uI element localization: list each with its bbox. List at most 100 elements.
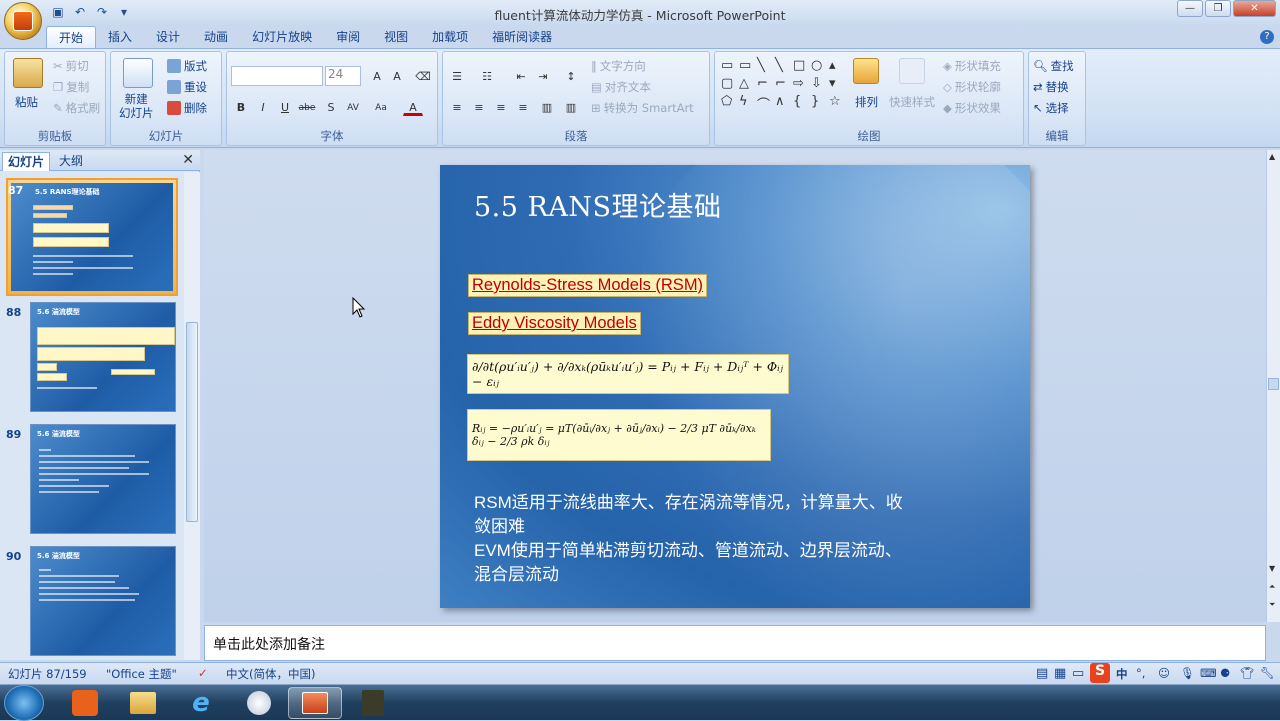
slide[interactable]: 5.5 RANS理论基础 Reynolds-Stress Models (RSM… — [440, 165, 1030, 608]
tab-addins[interactable]: 加载项 — [420, 26, 480, 48]
tab-design[interactable]: 设计 — [144, 26, 192, 48]
rect-shape-icon[interactable]: □ — [793, 58, 810, 73]
tab-outline-panel[interactable]: 大纲 — [54, 152, 88, 171]
rounded-rect-shape-icon[interactable]: ▢ — [721, 76, 738, 91]
shirt-icon[interactable]: 👕︎ — [1240, 666, 1255, 680]
next-slide-icon[interactable]: ⏷ — [1269, 600, 1275, 610]
right-arrow-shape-icon[interactable]: ⇨ — [793, 76, 810, 91]
slide-scrollbar[interactable]: ▲ ▼ ⏶ ⏷ — [1266, 150, 1280, 622]
lightning-shape-icon[interactable]: ϟ — [739, 94, 756, 113]
sorter-view-icon[interactable]: ▦ — [1054, 666, 1066, 681]
spacing-icon[interactable]: AV — [343, 98, 363, 116]
skin-icon[interactable]: ⚈ — [1220, 666, 1230, 680]
prev-slide-icon[interactable]: ⏶ — [1269, 582, 1275, 592]
gallery-more-icon[interactable]: ☆ — [829, 94, 846, 113]
find-button[interactable]: 🔍︎ 查找 — [1033, 58, 1074, 74]
arrange-icon[interactable] — [853, 58, 879, 84]
taskbar-ie[interactable]: e — [174, 687, 228, 719]
gallery-down-icon[interactable]: ▾ — [829, 76, 846, 91]
shape-effects-button[interactable]: ◆ 形状效果 — [943, 100, 1001, 116]
bold-icon[interactable]: B — [231, 98, 251, 116]
tab-slideshow[interactable]: 幻灯片放映 — [240, 26, 324, 48]
tab-review[interactable]: 审阅 — [324, 26, 372, 48]
grow-font-icon[interactable]: A — [367, 67, 387, 85]
normal-view-icon[interactable]: ▤ — [1036, 666, 1048, 681]
new-slide-icon[interactable] — [123, 58, 153, 88]
replace-button[interactable]: ⇄ 替换 — [1033, 79, 1069, 95]
gallery-up-icon[interactable]: ▴ — [829, 58, 846, 73]
slide-thumbnail-88[interactable]: 5.6 湍流模型 — [30, 302, 176, 412]
arrow-line-shape-icon[interactable]: ╲ — [775, 58, 792, 73]
wave-shape-icon[interactable]: ∧ — [775, 94, 792, 113]
increase-indent-icon[interactable]: ⇥ — [533, 67, 553, 85]
tab-slides-panel[interactable]: 幻灯片 — [2, 152, 51, 171]
taskbar-app6[interactable] — [346, 687, 400, 719]
clear-format-icon[interactable]: ⌫ — [413, 67, 433, 85]
bullets-icon[interactable]: ☰ — [447, 67, 467, 85]
smartart-button[interactable]: ⊞ 转换为 SmartArt — [591, 100, 694, 116]
select-button[interactable]: ↖ 选择 — [1033, 100, 1069, 116]
italic-icon[interactable]: I — [253, 98, 273, 116]
tab-insert[interactable]: 插入 — [96, 26, 144, 48]
line-spacing-icon[interactable]: ↕ — [561, 67, 581, 85]
sogou-ime-icon[interactable]: S — [1090, 663, 1110, 683]
close-button[interactable]: ✕ — [1233, 0, 1276, 17]
delete-button[interactable]: 删除 — [167, 100, 207, 116]
office-button[interactable] — [4, 2, 42, 40]
columns-icon[interactable]: ▥ — [561, 98, 581, 116]
tab-animation[interactable]: 动画 — [192, 26, 240, 48]
triangle-shape-icon[interactable]: △ — [739, 76, 756, 91]
tab-home[interactable]: 开始 — [46, 26, 97, 48]
slide-thumbnail-89[interactable]: 5.6 湍流模型 — [30, 424, 176, 534]
copy-button[interactable]: ❐ 复制 — [53, 79, 89, 95]
reset-button[interactable]: 重设 — [167, 79, 207, 95]
shape-outline-button[interactable]: ◇ 形状轮廓 — [943, 79, 1001, 95]
shadow-icon[interactable]: S — [321, 98, 341, 116]
shapes-gallery[interactable]: ▭ ▭ ╲ ╲ □ ○ ▴ ▢ △ ⌐ ⌐ ⇨ ⇩ ▾ ⬠ ϟ ⌒ ∧{} ☆ — [721, 58, 846, 113]
voice-icon[interactable]: 🎙︎ — [1180, 666, 1195, 680]
taskbar-powerpoint[interactable] — [288, 687, 342, 719]
language-status[interactable]: 中文(简体，中国) — [226, 666, 315, 682]
scroll-down-icon[interactable]: ▼ — [1269, 564, 1275, 573]
font-size-field[interactable]: 24 — [325, 66, 361, 86]
change-case-icon[interactable]: Aa — [371, 98, 391, 116]
help-icon[interactable]: ? — [1260, 30, 1274, 44]
strikethrough-icon[interactable]: abe — [297, 98, 317, 116]
vtextbox-shape-icon[interactable]: ▭ — [739, 58, 756, 73]
slideshow-view-icon[interactable]: ▭ — [1072, 666, 1084, 681]
line-shape-icon[interactable]: ╲ — [757, 58, 774, 73]
textbox-shape-icon[interactable]: ▭ — [721, 58, 738, 73]
ime-mode[interactable]: 中 — [1116, 666, 1128, 682]
justify-icon[interactable]: ≡ — [513, 98, 533, 116]
hexagon-shape-icon[interactable]: ⬠ — [721, 94, 738, 113]
align-right-icon[interactable]: ≡ — [491, 98, 511, 116]
paste-icon[interactable] — [13, 58, 43, 88]
decrease-indent-icon[interactable]: ⇤ — [511, 67, 531, 85]
shape-fill-button[interactable]: ◈ 形状填充 — [943, 58, 1001, 74]
slide-thumbnail-87[interactable]: 5.5 RANS理论基础 — [6, 178, 178, 296]
layout-button[interactable]: 版式 — [167, 58, 207, 74]
wrench-icon[interactable]: 🔧︎ — [1260, 666, 1275, 680]
start-button[interactable] — [4, 685, 44, 721]
taskbar-explorer[interactable] — [116, 687, 170, 719]
emoji-icon[interactable]: ☺ — [1158, 666, 1170, 680]
slide-scroll-thumb[interactable] — [1268, 378, 1279, 390]
panel-close-icon[interactable]: ✕ — [182, 152, 194, 168]
scroll-up-icon[interactable]: ▲ — [1269, 152, 1275, 161]
spellcheck-icon[interactable]: ✓ — [198, 666, 208, 680]
quick-styles-icon[interactable] — [899, 58, 925, 84]
quick-styles-button[interactable]: 快速样式 — [889, 94, 935, 110]
font-color-icon[interactable]: A — [403, 98, 423, 116]
distribute-icon[interactable]: ▥ — [537, 98, 557, 116]
punctuation-icon[interactable]: °, — [1136, 666, 1145, 680]
elbow-shape-icon[interactable]: ⌐ — [757, 76, 774, 91]
brace-left-shape-icon[interactable]: { — [793, 94, 810, 113]
slide-thumbnail-90[interactable]: 5.6 湍流模型 — [30, 546, 176, 656]
maximize-button[interactable]: ❐ — [1205, 0, 1231, 17]
elbow2-shape-icon[interactable]: ⌐ — [775, 76, 792, 91]
align-left-icon[interactable]: ≡ — [447, 98, 467, 116]
new-slide-button[interactable]: 新建 幻灯片 — [119, 92, 154, 120]
keyboard-icon[interactable]: ⌨ — [1200, 666, 1217, 680]
notes-pane[interactable]: 单击此处添加备注 — [204, 625, 1266, 661]
panel-scrollbar[interactable] — [184, 172, 200, 660]
